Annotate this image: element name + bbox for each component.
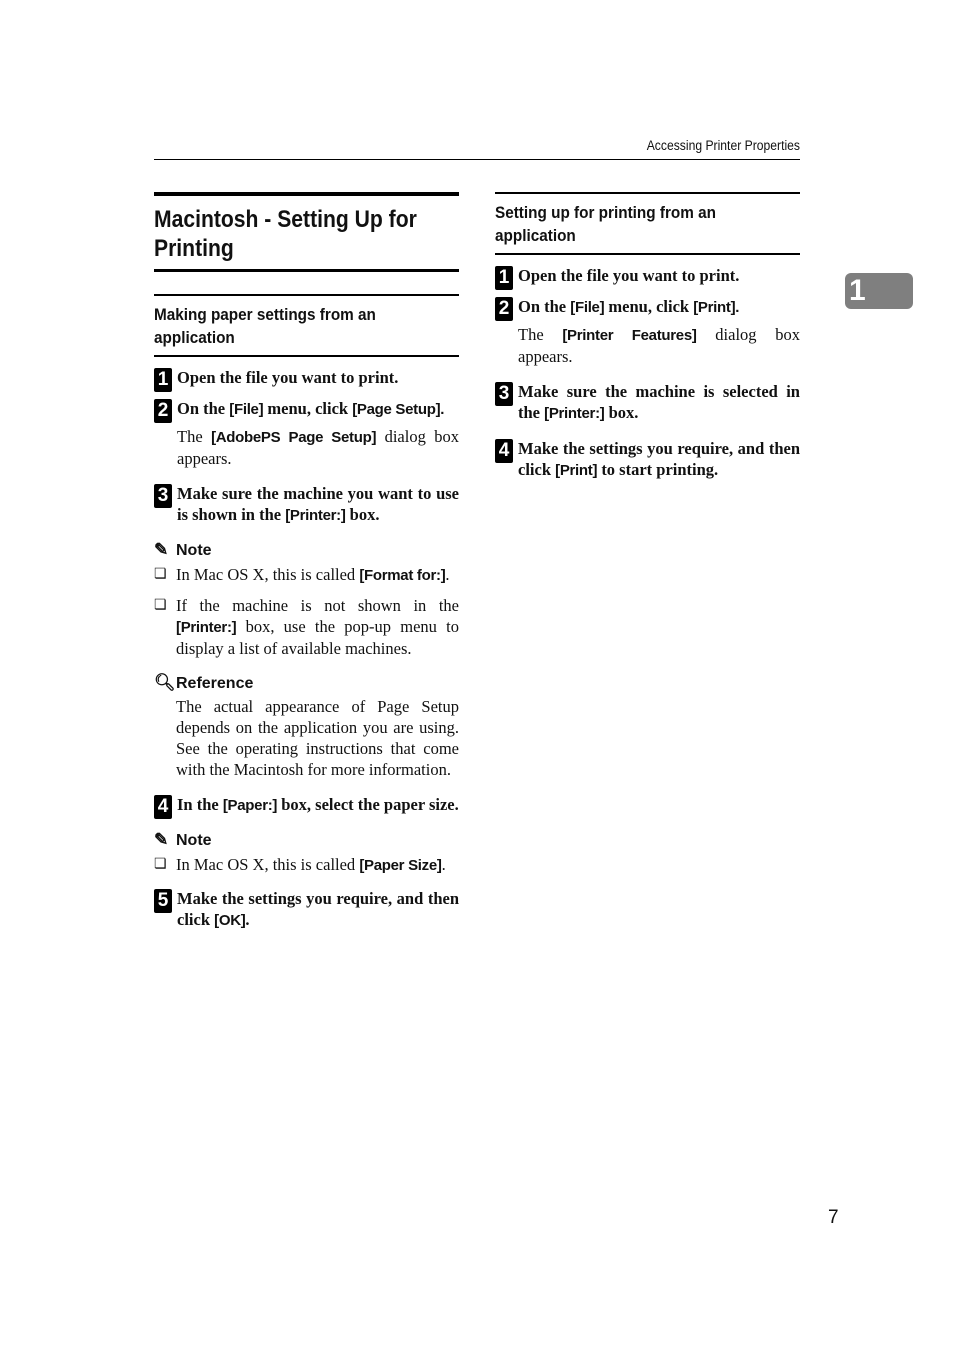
ui-term: [Paper:] — [222, 797, 278, 814]
step-text: box. — [604, 403, 639, 422]
checkbox-icon: ❏ — [154, 857, 167, 872]
step-text: . — [245, 910, 250, 929]
step-2: 2 On the [File] menu, click [Print]. The… — [495, 296, 800, 367]
step-number-icon: 3 — [495, 382, 513, 406]
ui-term: [Print] — [555, 462, 598, 479]
ui-term: [Format for:] — [359, 567, 446, 584]
section-title: Making paper settings from an applicatio… — [154, 305, 376, 347]
body-text: The — [177, 427, 212, 446]
step-number-icon: 5 — [154, 889, 172, 913]
step-text: to start printing. — [597, 460, 719, 479]
step-text: On the — [177, 399, 230, 418]
ui-term: [Printer:] — [176, 619, 237, 636]
step-2: 2 On the [File] menu, click [Page Setup]… — [154, 398, 459, 469]
ui-term: [Print] — [693, 299, 736, 316]
step-number-icon: 2 — [154, 399, 172, 423]
ui-term: [Printer Features] — [562, 327, 697, 344]
step-number-icon: 2 — [495, 297, 513, 321]
subtitle-rule-top — [495, 192, 800, 194]
left-column: Macintosh - Setting Up for Printing Maki… — [154, 192, 459, 931]
note-block: ✎ Note ❏ In Mac OS X, this is called [For… — [154, 540, 459, 659]
checkbox-icon: ❏ — [154, 567, 167, 582]
right-column: Setting up for printing from an applicat… — [495, 192, 800, 481]
step-5: 5 Make the settings you require, and the… — [154, 888, 459, 931]
title-rule-top — [154, 192, 459, 196]
note-label: Note — [176, 832, 212, 849]
subtitle-rule-top — [154, 294, 459, 296]
ui-term: [AdobePS Page Setup] — [211, 429, 377, 446]
step-text: menu, click — [604, 297, 694, 316]
body-text: The — [518, 325, 563, 344]
step-text: On the — [518, 297, 571, 316]
step-text: Open the file you want to print. — [518, 266, 740, 285]
title-rule-bottom — [154, 269, 459, 272]
reference-block: 🔍︎Reference The actual appearance of Pag… — [154, 673, 459, 780]
ui-term: [Printer:] — [544, 405, 605, 422]
reference-label: Reference — [176, 675, 254, 692]
step-number-icon: 1 — [495, 266, 513, 290]
ui-term: [File] — [570, 299, 605, 316]
page-title: Macintosh - Setting Up for Printing — [154, 206, 417, 262]
step-text: . — [735, 299, 740, 316]
subtitle-rule-bottom — [154, 355, 459, 357]
note-item: ❏ In Mac OS X, this is called [Format fo… — [154, 565, 450, 584]
step-text: box. — [345, 505, 380, 524]
ui-term: [Paper Size] — [359, 857, 442, 874]
step-text: . — [440, 401, 445, 418]
running-header: Accessing Printer Properties — [646, 138, 800, 153]
ui-term: [Printer:] — [285, 507, 346, 524]
magnifier-icon: 🔍︎ — [154, 673, 176, 692]
step-4: 4 Make the settings you require, and the… — [495, 438, 800, 481]
page-number: 7 — [828, 1207, 839, 1228]
note-label: Note — [176, 542, 212, 559]
pencil-icon: ✎ — [154, 540, 169, 559]
subtitle-rule-bottom — [495, 253, 800, 255]
step-number-icon: 4 — [154, 795, 172, 819]
step-number-icon: 3 — [154, 484, 172, 508]
section-title: Setting up for printing from an applicat… — [495, 203, 716, 245]
step-text: menu, click — [263, 399, 353, 418]
note-block: ✎ Note ❏ In Mac OS X, this is called [Pap… — [154, 830, 459, 876]
reference-text: The actual appearance of Page Setup depe… — [176, 697, 459, 779]
ui-term: [File] — [229, 401, 264, 418]
note-item: ❏ In Mac OS X, this is called [Paper Siz… — [154, 855, 446, 874]
checkbox-icon: ❏ — [154, 598, 167, 613]
step-1: 1 Open the file you want to print. — [495, 265, 800, 290]
step-text: In the — [177, 795, 223, 814]
step-3: 3 Make sure the machine you want to use … — [154, 483, 459, 526]
chapter-tab: 1 — [845, 273, 913, 309]
step-text: Open the file you want to print. — [177, 368, 399, 387]
step-text: box, select the paper size. — [277, 795, 459, 814]
step-1: 1 Open the file you want to print. — [154, 367, 459, 392]
step-number-icon: 4 — [495, 439, 513, 463]
step-3: 3 Make sure the machine is selected in t… — [495, 381, 800, 424]
ui-term: [Page Setup] — [352, 401, 441, 418]
ui-term: [OK] — [214, 912, 246, 929]
note-item: ❏ If the machine is not shown in the [Pr… — [154, 596, 459, 658]
step-number-icon: 1 — [154, 368, 172, 392]
pencil-icon: ✎ — [154, 830, 169, 849]
header-rule — [154, 159, 800, 160]
step-4: 4 In the [Paper:] box, select the paper … — [154, 794, 459, 819]
